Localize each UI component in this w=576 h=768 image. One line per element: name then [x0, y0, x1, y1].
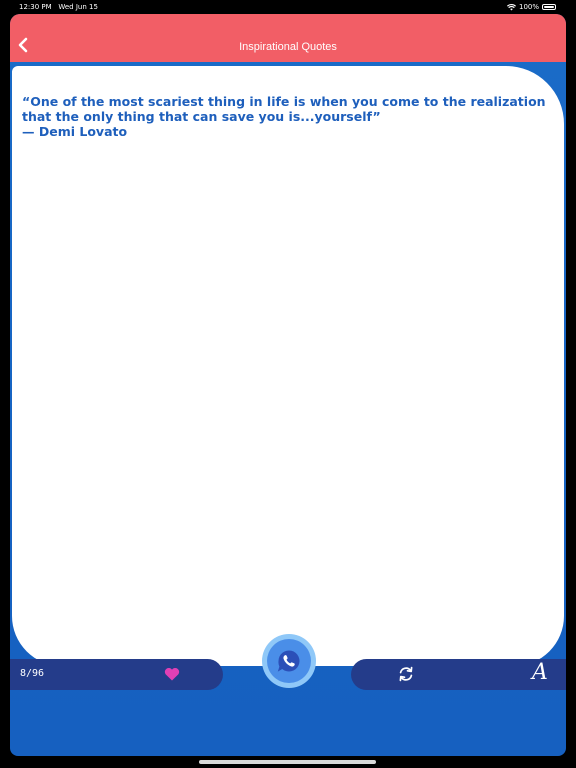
page-title: Inspirational Quotes [239, 41, 337, 53]
quote-card: “One of the most scariest thing in life … [12, 66, 564, 666]
status-bar: 12:30 PM Wed Jun 15 100% [0, 0, 576, 14]
whatsapp-share-button[interactable] [262, 634, 316, 688]
quote-text: “One of the most scariest thing in life … [22, 94, 546, 124]
status-right: 100% [506, 3, 556, 11]
status-time: 12:30 PM Wed Jun 15 [19, 3, 98, 11]
nav-bar: Inspirational Quotes [10, 14, 566, 62]
quote-author: — Demi Lovato [22, 124, 128, 139]
battery-icon [542, 4, 556, 10]
bottom-toolbar-left: 8/96 [10, 659, 223, 690]
quote-counter: 8/96 [20, 668, 45, 679]
app-frame: Inspirational Quotes “One of the most sc… [10, 14, 566, 756]
font-size-button[interactable]: A [528, 660, 552, 686]
battery-percent: 100% [518, 3, 539, 11]
heart-icon[interactable] [164, 667, 180, 681]
quote-text-block: “One of the most scariest thing in life … [22, 94, 547, 139]
refresh-icon[interactable] [397, 665, 415, 683]
home-indicator[interactable] [199, 760, 376, 764]
bottom-toolbar-right: A [351, 659, 566, 690]
whatsapp-icon [277, 650, 300, 672]
wifi-icon [506, 3, 516, 10]
